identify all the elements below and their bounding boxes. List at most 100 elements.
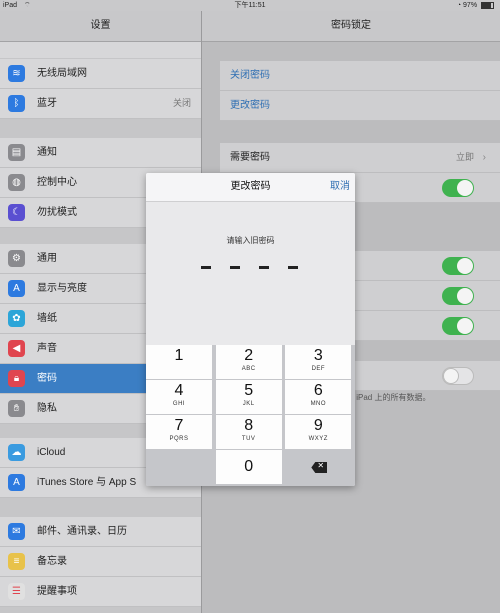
mail-icon: ✉ <box>8 523 25 540</box>
key-5[interactable]: 5 JKL <box>215 380 282 414</box>
key-6[interactable]: 6 MNO <box>285 380 352 414</box>
key-digit: 9 <box>313 417 323 434</box>
sidebar-group-connectivity: ≋ 无线局域网 ᛒ 蓝牙 关闭 <box>0 59 201 119</box>
lock-icon: 🔒︎ <box>8 370 25 387</box>
require-passcode-row[interactable]: 需要密码 立即 › <box>220 143 500 173</box>
key-digit: 5 <box>244 382 254 399</box>
sidebar-item-label: 声音 <box>37 343 57 354</box>
access-toggle-2[interactable] <box>442 287 474 305</box>
sidebar-item-label: 隐私 <box>37 403 57 414</box>
sidebar-item-label: 通用 <box>37 253 57 264</box>
sidebar-item[interactable]: ≋ 无线局域网 <box>0 59 201 89</box>
sidebar-item-label: 勿扰模式 <box>37 207 77 218</box>
turn-off-passcode-label: 关闭密码 <box>230 70 270 81</box>
bluetooth-icon: ᛒ <box>8 95 25 112</box>
change-passcode-dialog: 更改密码 取消 请输入旧密码 1 2 ABC 3 DEF 4 GHI 5 JKL 6 MNO 7 PQR… <box>146 173 355 486</box>
change-passcode-row[interactable]: 更改密码 <box>220 91 500 121</box>
notifications-icon: ▤ <box>8 144 25 161</box>
passcode-actions-group: 关闭密码 更改密码 <box>220 61 500 121</box>
sidebar-item[interactable]: ✉ 邮件、通讯录、日历 <box>0 517 201 547</box>
sidebar-item-label: iCloud <box>37 447 66 458</box>
key-digit: 8 <box>244 417 254 434</box>
chevron-right-icon: › <box>482 152 486 163</box>
cancel-button[interactable]: 取消 <box>330 173 350 201</box>
require-passcode-value: 立即 <box>455 152 474 162</box>
sidebar-group-apps: ✉ 邮件、通讯录、日历 ≡ 备忘录 ☰ 提醒事项 <box>0 517 201 607</box>
sidebar-item-label: 显示与亮度 <box>37 283 87 294</box>
passcode-dash <box>259 266 269 269</box>
key-digit: 7 <box>174 417 184 434</box>
hand-icon: ✋︎ <box>8 400 25 417</box>
passcode-dash <box>230 266 240 269</box>
battery-status: ◔ 97% <box>457 0 494 11</box>
passcode-entry-area: 请输入旧密码 <box>146 202 355 345</box>
key-1[interactable]: 1 <box>146 345 212 379</box>
sidebar-item-value: 关闭 <box>172 98 191 108</box>
sidebar-item-label: 密码 <box>37 373 57 384</box>
access-toggle-3[interactable] <box>442 317 474 335</box>
sidebar-item-label: 墙纸 <box>37 313 57 324</box>
key-letters: MNO <box>310 401 327 407</box>
numeric-keypad: 1 2 ABC 3 DEF 4 GHI 5 JKL 6 MNO 7 PQRS 8 TUV 9 WXYZ 0 <box>146 345 355 486</box>
access-toggle-1[interactable] <box>442 257 474 275</box>
key-digit: 2 <box>244 347 254 364</box>
alarm-icon: ◔ <box>456 2 462 9</box>
cloud-icon: ☁ <box>8 444 25 461</box>
status-bar: iPad ⌔ 下午11:51 ◔ 97% <box>0 0 500 11</box>
empty-key <box>146 450 212 484</box>
key-digit: 1 <box>174 347 184 364</box>
sidebar-item-label: iTunes Store 与 App S <box>37 477 137 488</box>
simple-passcode-toggle[interactable] <box>442 179 474 197</box>
key-letters: WXYZ <box>308 436 328 442</box>
turn-off-passcode-row[interactable]: 关闭密码 <box>220 61 500 91</box>
battery-percent: 97% <box>463 2 478 9</box>
key-letters: DEF <box>311 366 326 372</box>
control-center-icon: ◍ <box>8 174 25 191</box>
key-7[interactable]: 7 PQRS <box>146 415 212 449</box>
wifi-icon: ≋ <box>8 65 25 82</box>
gear-icon: ⚙ <box>8 250 25 267</box>
delete-key[interactable] <box>285 450 352 484</box>
sidebar-item-label: 蓝牙 <box>37 98 57 109</box>
key-digit: 0 <box>244 458 254 475</box>
key-9[interactable]: 9 WXYZ <box>285 415 352 449</box>
key-3[interactable]: 3 DEF <box>285 345 352 379</box>
sidebar-item[interactable]: ☰ 提醒事项 <box>0 577 201 607</box>
reminders-icon: ☰ <box>8 583 25 600</box>
sidebar-item[interactable]: ≡ 备忘录 <box>0 547 201 577</box>
key-2[interactable]: 2 ABC <box>215 345 282 379</box>
status-time: 下午11:51 <box>234 2 266 9</box>
brightness-icon: A <box>8 280 25 297</box>
appstore-icon: A <box>8 474 25 491</box>
key-4[interactable]: 4 GHI <box>146 380 212 414</box>
require-passcode-label: 需要密码 <box>230 152 270 163</box>
key-0[interactable]: 0 <box>215 450 282 484</box>
battery-icon <box>481 1 494 9</box>
key-letters: PQRS <box>169 436 189 442</box>
sidebar-partial-row <box>0 42 201 58</box>
moon-icon: ☾ <box>8 204 25 221</box>
passcode-prompt: 请输入旧密码 <box>226 236 275 245</box>
sound-icon: ◀ <box>8 340 25 357</box>
key-letters: GHI <box>172 401 186 407</box>
sidebar-item-label: 无线局域网 <box>37 68 87 79</box>
key-letters: ABC <box>241 366 256 372</box>
sidebar-item-label: 通知 <box>37 147 57 158</box>
sidebar-item-label: 邮件、通讯录、日历 <box>37 526 127 537</box>
erase-data-toggle[interactable] <box>442 367 474 385</box>
sidebar-item-label: 控制中心 <box>37 177 77 188</box>
passcode-dash <box>288 266 298 269</box>
dialog-header: 更改密码 取消 <box>146 173 355 202</box>
sidebar-item[interactable]: ᛒ 蓝牙 关闭 <box>0 89 201 119</box>
key-digit: 6 <box>313 382 323 399</box>
notes-icon: ≡ <box>8 553 25 570</box>
backspace-icon <box>311 462 328 473</box>
key-letters: TUV <box>241 436 256 442</box>
wallpaper-icon: ✿ <box>8 310 25 327</box>
sidebar-item-label: 备忘录 <box>37 556 67 567</box>
change-passcode-label: 更改密码 <box>230 100 270 111</box>
dialog-title: 更改密码 <box>230 181 271 192</box>
key-8[interactable]: 8 TUV <box>215 415 282 449</box>
sidebar-item[interactable]: ▤ 通知 <box>0 138 201 168</box>
key-letters: JKL <box>242 401 255 407</box>
